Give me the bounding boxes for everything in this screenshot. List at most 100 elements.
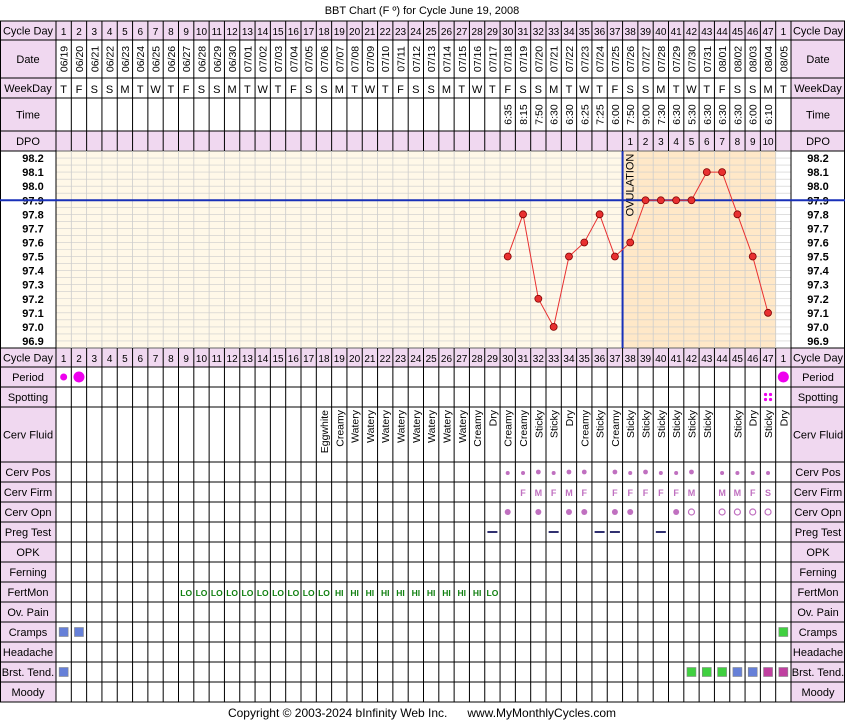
date-cell: 06/30 [227, 46, 239, 72]
ytick-label-left: 97.0 [22, 322, 43, 334]
brst-tend-box [717, 667, 727, 677]
cycle-day-cell: 43 [701, 27, 713, 38]
cycle-day-cell: 30 [502, 354, 514, 365]
time-cell: 6:00 [610, 104, 622, 125]
ytick-label-left: 97.5 [22, 252, 43, 264]
cerv-firm-cell: F [582, 488, 588, 498]
row-label-right-opk: OPK [806, 547, 830, 559]
temp-point [534, 294, 543, 303]
row-label-right-cerv_fluid: Cerv Fluid [793, 430, 843, 442]
cerv-fluid-cell: Eggwhite [319, 410, 331, 453]
cycle-day-cell: 20 [349, 27, 361, 38]
row-label-right-brst_tend: Brst. Tend. [792, 667, 844, 679]
cycle-day-cell: 39 [640, 27, 652, 38]
time-cell: 5:30 [686, 104, 698, 125]
date-cell: 07/06 [319, 46, 331, 72]
cerv-pos-mark [750, 471, 755, 475]
cycle-day-cell: 41 [671, 27, 683, 38]
cerv-opn-mark-open [733, 508, 742, 516]
cerv-firm-cell: M [535, 488, 543, 498]
cycle-day-cell: 41 [671, 354, 683, 365]
weekday-cell: F [183, 84, 190, 96]
cerv-pos-mark [766, 471, 771, 475]
cycle-day-cell: 29 [487, 27, 499, 38]
fertmon-cell: HI [396, 588, 405, 598]
time-cell: 7:25 [595, 104, 607, 125]
weekday-cell: T [351, 84, 358, 96]
cycle-day-cell: 8 [168, 27, 174, 38]
cramps-box [778, 627, 789, 637]
date-cell: 07/13 [426, 46, 438, 72]
date-cell: 07/01 [242, 46, 254, 72]
weekday-cell: M [656, 84, 665, 96]
cycle-day-cell: 47 [762, 27, 774, 38]
date-cell: 07/27 [641, 46, 653, 72]
ytick-label-right: 98.0 [807, 181, 828, 193]
ovulation-label: OVULATION [625, 154, 637, 217]
cycle-day-cell: 44 [717, 27, 729, 38]
dpo-cell: 5 [689, 137, 695, 148]
weekday-cell: S [320, 84, 327, 96]
cramps-box [74, 627, 84, 637]
brst-tend-box [686, 667, 697, 677]
weekday-cell: M [763, 84, 772, 96]
date-cell: 07/23 [579, 46, 591, 72]
period-dot [73, 371, 85, 383]
cycle-day-cell: 35 [579, 27, 591, 38]
weekday-cell: W [365, 84, 376, 96]
cycle-day-cell: 26 [441, 27, 453, 38]
date-cell: 06/29 [212, 46, 224, 72]
cerv-firm-cell: M [734, 488, 742, 498]
weekday-cell: S [627, 84, 634, 96]
cycle-day-cell: 13 [242, 354, 254, 365]
date-cell: 07/15 [457, 46, 469, 72]
fertmon-cell: HI [350, 588, 359, 598]
cycle-day-cell: 17 [303, 354, 315, 365]
weekday-cell: T [489, 84, 496, 96]
row-label-opk: OPK [16, 547, 40, 559]
ytick-label-right: 98.1 [807, 167, 828, 179]
cycle-day-cell: 25 [426, 354, 438, 365]
cerv-fluid-cell: Sticky [686, 409, 698, 438]
cycle-day-cell: 15 [272, 354, 284, 365]
cycle-day-cell: 47 [762, 354, 774, 365]
cerv-opn-mark-open [749, 508, 757, 516]
ytick-label-left: 97.6 [22, 237, 43, 249]
cycle-day-cell: 23 [395, 27, 407, 38]
row-label-right-dpo: DPO [806, 136, 830, 148]
time-cell: 6:25 [579, 104, 591, 125]
fertmon-cell: HI [427, 588, 436, 598]
cerv-fluid-cell: Sticky [656, 409, 668, 438]
date-cell: 07/05 [304, 46, 316, 72]
cycle-day-cell: 34 [563, 27, 575, 38]
dpo-cell: 6 [704, 137, 710, 148]
cycle-day-cell: 24 [410, 354, 422, 365]
dpo-cell: 9 [750, 137, 756, 148]
row-label-ov_pain: Ov. Pain [7, 607, 48, 619]
time-cell: 7:50 [533, 104, 545, 125]
cycle-day-cell: 8 [168, 354, 174, 365]
weekday-cell: S [213, 84, 220, 96]
cycle-day-cell: 5 [122, 354, 128, 365]
row-label-right-ferning: Ferning [799, 567, 836, 579]
cycle-day-cell: 15 [272, 27, 284, 38]
brst-tend-box [763, 667, 773, 677]
cerv-pos-mark [566, 469, 572, 475]
cycle-day-cell: 32 [533, 354, 545, 365]
date-cell: 07/02 [258, 46, 270, 72]
date-cell: 07/10 [380, 46, 392, 72]
ytick-label-left: 97.7 [22, 223, 43, 235]
cycle-day-cell: 1 [781, 354, 787, 365]
date-cell: 07/16 [472, 46, 484, 72]
weekday-cell: T [137, 84, 144, 96]
fertmon-cell: LO [211, 588, 223, 598]
cerv-fluid-cell: Watery [380, 409, 392, 443]
cerv-pos-mark [735, 471, 740, 475]
cycle-day-cell: 27 [456, 354, 468, 365]
cycle-day-cell: 35 [579, 354, 591, 365]
dpo-cell: 2 [643, 137, 649, 148]
weekday-cell: T [673, 84, 680, 96]
cycle-day-cell: 6 [137, 354, 143, 365]
row-label-cramps: Cramps [9, 627, 48, 639]
cerv-fluid-cell: Sticky [641, 409, 653, 438]
